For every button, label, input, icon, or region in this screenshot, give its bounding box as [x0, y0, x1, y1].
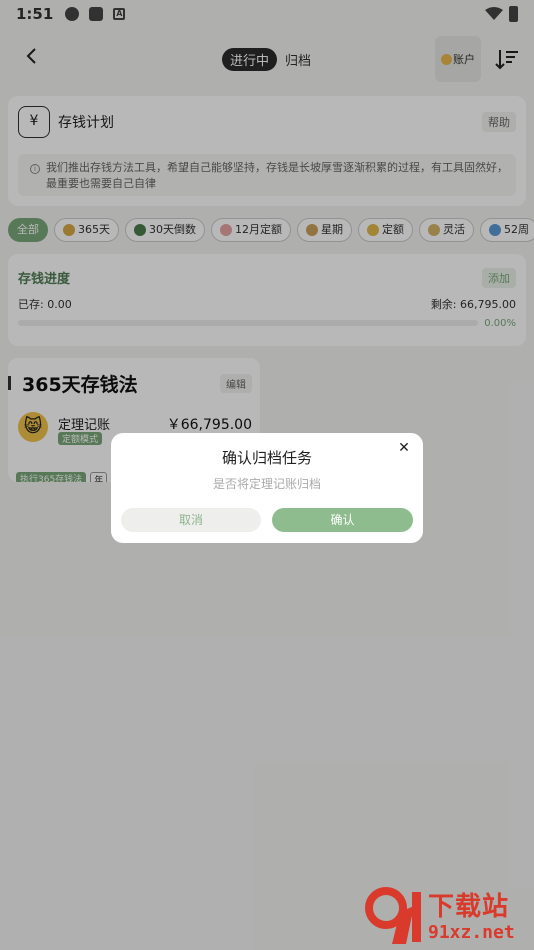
- watermark-title: 下载站: [428, 892, 510, 922]
- dialog-title: 确认归档任务: [221, 449, 312, 467]
- archive-confirm-dialog: ✕ 确认归档任务 是否将定理记账归档 取消 确认: [111, 433, 423, 543]
- dialog-subtitle: 是否将定理记账归档: [212, 477, 321, 491]
- watermark: 下载站 91xz.net: [362, 884, 532, 948]
- confirm-button[interactable]: 确认: [272, 508, 413, 532]
- watermark-logo-icon: [365, 887, 421, 944]
- cancel-button[interactable]: 取消: [121, 508, 261, 532]
- watermark-url: 91xz.net: [428, 922, 515, 943]
